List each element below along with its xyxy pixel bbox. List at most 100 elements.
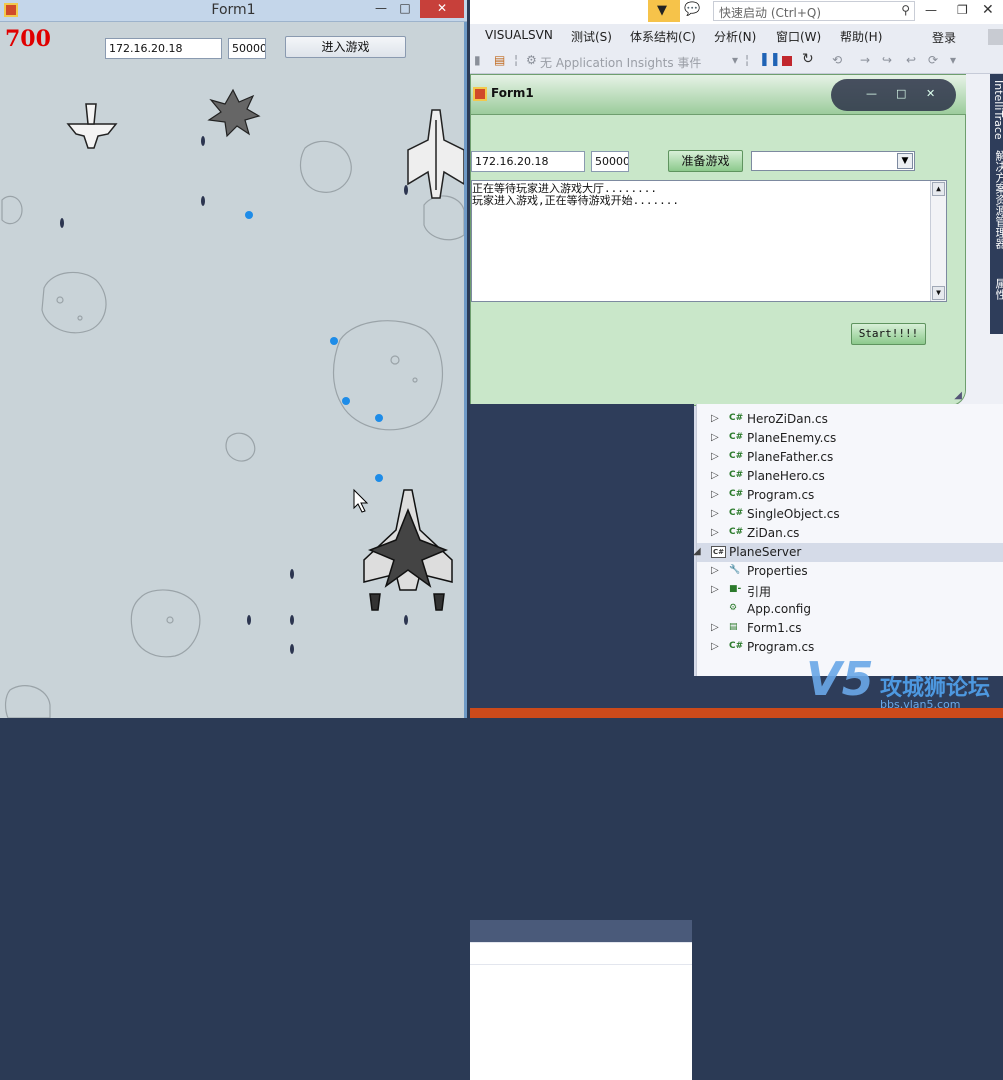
server-form-title: Form1 xyxy=(491,86,534,100)
expand-arrow-icon[interactable]: ▷ xyxy=(711,527,719,538)
resize-grip-icon[interactable]: ◢ xyxy=(954,390,962,401)
separator-icon: ¦ xyxy=(745,53,750,67)
server-ip-input[interactable]: 172.16.20.18 xyxy=(471,151,585,172)
asteroid xyxy=(41,271,107,334)
tree-item[interactable]: ▷ C# PlaneHero.cs xyxy=(697,467,1003,486)
enter-game-button[interactable]: 进入游戏 xyxy=(285,36,406,58)
start-button[interactable]: Start!!!! xyxy=(851,323,926,345)
tree-item[interactable]: ▷ C# PlaneEnemy.cs xyxy=(697,429,1003,448)
port-input[interactable]: 50000 xyxy=(228,38,266,59)
player-select[interactable]: ▼ xyxy=(751,151,915,171)
tree-item-label: PlaneServer xyxy=(729,545,802,559)
tree-item[interactable]: ▷ C# HeroZiDan.cs xyxy=(697,410,1003,429)
feedback-icon[interactable]: 💬 xyxy=(684,2,704,20)
step-over-icon[interactable]: → xyxy=(860,53,870,67)
scroll-down-icon[interactable]: ▼ xyxy=(932,286,945,300)
project-file-icon: C# xyxy=(711,546,726,558)
vs-titlebar: ▼ 💬 快速启动 (Ctrl+Q) ⚲ — ❐ ✕ xyxy=(470,0,1003,24)
notification-filter-button[interactable]: ▼ xyxy=(648,0,680,22)
enemy-bullet xyxy=(404,185,408,195)
menu-test[interactable]: 测试(S) xyxy=(571,28,612,45)
toolbar-overflow-icon[interactable]: ▾ xyxy=(732,53,738,67)
app-icon xyxy=(473,87,487,101)
expand-arrow-icon[interactable]: ▷ xyxy=(711,565,719,576)
asteroid xyxy=(423,195,464,241)
tree-item[interactable]: ▷ C# Program.cs xyxy=(697,486,1003,505)
chevron-down-icon[interactable]: ▼ xyxy=(897,153,913,169)
expand-arrow-icon[interactable]: ▷ xyxy=(711,641,719,652)
close-button[interactable]: ✕ xyxy=(420,0,464,18)
tree-item[interactable]: ▷ C# ZiDan.cs xyxy=(697,524,1003,543)
enemy-bullet xyxy=(290,615,294,625)
expand-arrow-icon[interactable]: ▷ xyxy=(711,584,719,595)
enemy-bullet xyxy=(201,136,205,146)
expand-arrow-icon[interactable]: ▷ xyxy=(711,432,719,443)
minimize-button[interactable]: — xyxy=(370,0,392,18)
solution-explorer-tab[interactable]: 解决方案资源管理器 xyxy=(992,150,1003,249)
insights-icon[interactable]: ⚙ xyxy=(526,53,537,67)
server-close-button[interactable]: ✕ xyxy=(926,87,935,100)
search-icon: ⚲ xyxy=(901,3,910,17)
tree-item[interactable]: ▷ 🔧 Properties xyxy=(697,562,1003,581)
application-insights-dropdown[interactable]: 无 Application Insights 事件 xyxy=(540,54,701,71)
expand-arrow-icon[interactable]: ▷ xyxy=(711,451,719,462)
ready-game-button[interactable]: 准备游戏 xyxy=(668,150,743,172)
tree-item[interactable]: ⚙ App.config xyxy=(697,600,1003,619)
maximize-button[interactable]: □ xyxy=(394,0,416,18)
expand-arrow-icon[interactable]: ▷ xyxy=(711,622,719,633)
tree-item-label: PlaneHero.cs xyxy=(747,469,825,483)
tree-item[interactable]: ▷ C# SingleObject.cs xyxy=(697,505,1003,524)
toolbar-overflow-icon[interactable]: ▾ xyxy=(950,53,956,67)
expanded-arrow-icon[interactable]: ◢ xyxy=(693,546,701,557)
cs-file-icon: C# xyxy=(729,470,744,480)
expand-arrow-icon[interactable]: ▷ xyxy=(711,489,719,500)
menu-visualsvn[interactable]: VISUALSVN xyxy=(485,28,553,42)
server-log-textarea[interactable]: 正在等待玩家进入游戏大厅........ 玩家进入游戏,正在等待游戏开始....… xyxy=(471,180,947,302)
watermark-url: bbs.vlan5.com xyxy=(880,698,961,711)
asteroid xyxy=(4,685,51,718)
watermark: V5 攻城狮论坛 bbs.vlan5.com xyxy=(800,650,1003,718)
titlebar-decoration xyxy=(831,79,956,111)
menu-analyze[interactable]: 分析(N) xyxy=(714,28,756,45)
intellitrace-tab[interactable]: IntelliTrace xyxy=(992,80,1003,140)
tree-project-node[interactable]: ◢ C# PlaneServer xyxy=(693,543,1003,562)
tree-item[interactable]: ▷ C# PlaneFather.cs xyxy=(697,448,1003,467)
error-list-pane xyxy=(470,920,692,1080)
expand-arrow-icon[interactable]: ▷ xyxy=(711,413,719,424)
tree-item[interactable]: ▷ ■- 引用 xyxy=(697,581,1003,600)
tree-item[interactable]: ▷ ▤ Form1.cs xyxy=(697,619,1003,638)
restart-icon[interactable]: ↻ xyxy=(802,51,814,67)
expand-arrow-icon[interactable]: ▷ xyxy=(711,508,719,519)
ip-input[interactable]: 172.16.20.18 xyxy=(105,38,222,59)
filter-icon: ▼ xyxy=(657,3,667,18)
step-out-icon[interactable]: ↩ xyxy=(906,53,916,67)
step-into-icon[interactable]: ↪ xyxy=(882,53,892,67)
hot-reload-icon[interactable]: ⟲ xyxy=(832,53,842,67)
server-minimize-button[interactable]: — xyxy=(866,87,877,100)
user-icon[interactable] xyxy=(988,29,1003,45)
menu-architecture[interactable]: 体系结构(C) xyxy=(630,28,696,45)
enemy-bullet xyxy=(60,218,64,228)
menu-help[interactable]: 帮助(H) xyxy=(840,28,882,45)
step-back-icon[interactable]: ⟳ xyxy=(928,53,938,67)
server-maximize-button[interactable]: □ xyxy=(896,87,906,100)
sign-in-link[interactable]: 登录 xyxy=(932,29,956,46)
log-scrollbar[interactable]: ▲ ▼ xyxy=(930,181,946,301)
stop-icon[interactable] xyxy=(782,56,792,66)
vs-restore-button[interactable]: ❐ xyxy=(957,3,975,17)
vs-close-button[interactable]: ✕ xyxy=(982,2,1000,18)
vs-minimize-button[interactable]: — xyxy=(925,3,943,17)
menu-window[interactable]: 窗口(W) xyxy=(776,28,821,45)
pause-icon[interactable]: ❚❚ xyxy=(759,52,781,67)
properties-tab[interactable]: 属性 xyxy=(992,278,1003,300)
project-icon[interactable]: ▤ xyxy=(494,53,505,67)
server-port-input[interactable]: 50000 xyxy=(591,151,629,172)
quick-launch-input[interactable]: 快速启动 (Ctrl+Q) ⚲ xyxy=(713,1,915,21)
game-field[interactable] xyxy=(0,60,464,718)
scroll-up-icon[interactable]: ▲ xyxy=(932,182,945,196)
enemy-bullet xyxy=(404,615,408,625)
tree-item-label: ZiDan.cs xyxy=(747,526,800,540)
tree-item-label: Form1.cs xyxy=(747,621,802,635)
expand-arrow-icon[interactable]: ▷ xyxy=(711,470,719,481)
cs-file-icon: C# xyxy=(729,641,744,651)
